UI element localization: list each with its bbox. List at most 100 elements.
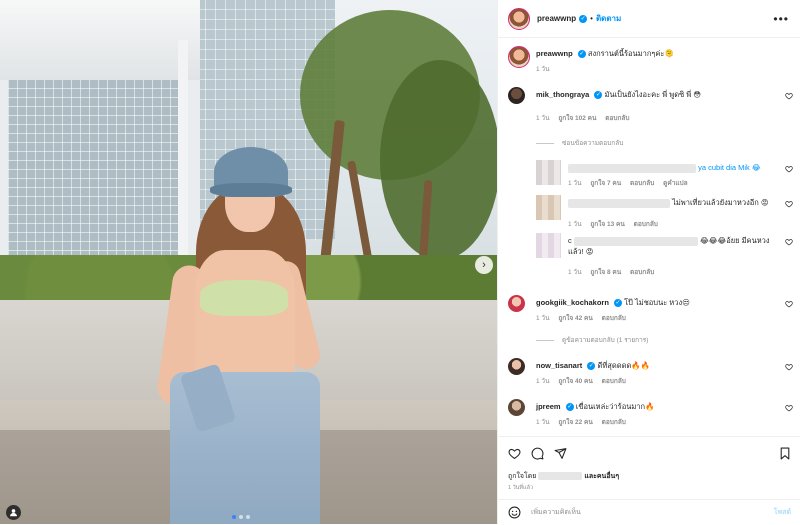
commenter-avatar[interactable] [508,295,525,312]
author-username[interactable]: preawwnp [537,14,576,23]
carousel-dot [232,515,236,519]
comment-meta: 1 วัน ถูกใจ 40 คน ตอบกลับ [536,376,633,386]
post-comment-button[interactable]: โพสต์ [774,507,791,518]
blurred-avatar [536,233,561,258]
user-tag-icon[interactable] [6,505,21,520]
comment-username[interactable]: now_tisanart [536,361,582,370]
reply-item: ya cubit dia Mik 😂 1 วัน ถูกใจ 7 คน ตอบก… [536,160,796,192]
commenter-avatar[interactable] [508,358,525,375]
comment-username[interactable]: mik_thongraya [536,90,589,99]
carousel-dot [246,515,250,519]
reply-button[interactable]: ตอบกลับ [630,180,654,187]
post-side-panel: preawwnp ✓ • ติดตาม ••• preawwnp ✓ สงกรา… [497,0,800,524]
comment-username[interactable]: gookgiik_kochakorn [536,298,609,307]
post-photo[interactable]: › [0,0,497,524]
reply-likes[interactable]: ถูกใจ 8 คน [590,269,621,276]
blurred-username [573,236,698,246]
comment-body: โป๊ ไม่ชอบนะ หวง😒 [624,298,690,307]
heart-icon[interactable] [508,447,521,460]
verified-badge-icon: ✓ [614,299,623,308]
comment-time: 1 วัน [536,419,550,426]
view-replies-button[interactable]: ดูข้อความตอบกลับ (1 รายการ) [536,335,648,345]
heart-icon[interactable] [785,200,793,208]
comment-username[interactable]: jpreem [536,402,561,411]
reply-meta: 1 วัน ถูกใจ 13 คน ตอบกลับ [568,219,665,229]
view-replies-label: ดูข้อความตอบกลับ (1 รายการ) [562,337,649,344]
heart-icon[interactable] [785,404,793,412]
verified-badge-icon: ✓ [565,403,574,412]
reply-button[interactable]: ตอบกลับ [630,269,654,276]
caption-meta: 1 วัน [536,64,557,74]
comments-list[interactable]: preawwnp ✓ สงกรานต์นี้ร้อนมากๆค่ะ🫠 1 วัน… [498,38,800,436]
comment-item: now_tisanart ✓ ดีที่สุดดดด🔥🔥 1 วัน ถูกใจ… [508,358,798,392]
reply-button[interactable]: ตอบกลับ [602,315,626,322]
comment-composer: เพิ่มความคิดเห็น โพสต์ [498,499,800,525]
more-options-icon[interactable]: ••• [773,12,789,26]
caption-username[interactable]: preawwnp [536,49,573,58]
comment-text: jpreem ✓ เขื่อนเหล่ะว่าร้อนมาก🔥 [536,401,784,412]
reply-item: ไม่พาเที่ยวแล้วยังมาหวงอีก 😡 1 วัน ถูกใจ… [536,195,796,229]
reply-button[interactable]: ตอบกลับ [605,115,629,122]
liked-by-suffix[interactable]: และคนอื่นๆ [584,473,619,480]
reply-likes[interactable]: ถูกใจ 13 คน [590,221,625,228]
heart-icon[interactable] [785,92,793,100]
translate-button[interactable]: ดูคำแปล [663,180,688,187]
blurred-avatar [536,195,561,220]
hide-replies-button[interactable]: ซ่อนข้อความตอบกลับ [536,138,623,148]
comment-likes[interactable]: ถูกใจ 40 คน [558,378,593,385]
reply-prefix: c [568,236,572,245]
comment-text: now_tisanart ✓ ดีที่สุดดดด🔥🔥 [536,360,784,371]
photo-tree [380,60,497,260]
caption-text: preawwnp ✓ สงกรานต์นี้ร้อนมากๆค่ะ🫠 [536,48,784,59]
header-separator: • [590,14,593,23]
reply-button[interactable]: ตอบกลับ [602,419,626,426]
reply-item: c 😂😂😂อ้ยย มีคนหวงแล้ว! 😡 1 วัน ถูกใจ 8 ค… [536,233,796,279]
heart-icon[interactable] [785,165,793,173]
liked-by[interactable]: ถูกใจโดย และคนอื่นๆ [508,471,619,482]
author-avatar[interactable] [508,7,530,30]
carousel-dot [239,515,243,519]
reply-body: ya cubit dia Mik 😂 [698,163,761,172]
blurred-avatar [536,160,561,185]
comment-likes[interactable]: ถูกใจ 22 คน [558,419,593,426]
comment-meta: 1 วัน ถูกใจ 22 คน ตอบกลับ [536,417,633,427]
replies-divider [536,142,554,144]
comment-item: mik_thongraya ✓ มันเป็นยังไงอะคะ พี่ พูด… [508,87,798,127]
author-avatar[interactable] [508,46,530,68]
bookmark-icon[interactable] [779,447,791,462]
comment-likes[interactable]: ถูกใจ 102 คน [558,115,596,122]
reply-meta: 1 วัน ถูกใจ 7 คน ตอบกลับ ดูคำแปล [568,178,695,188]
chevron-right-icon[interactable]: › [475,256,493,274]
post-caption: preawwnp ✓ สงกรานต์นี้ร้อนมากๆค่ะ🫠 1 วัน [508,46,798,80]
comment-icon[interactable] [531,447,544,460]
blurred-username [568,163,696,173]
commenter-avatar[interactable] [508,399,525,416]
comment-text: gookgiik_kochakorn ✓ โป๊ ไม่ชอบนะ หวง😒 [536,297,784,308]
reply-button[interactable]: ตอบกลับ [602,378,626,385]
reply-likes[interactable]: ถูกใจ 7 คน [590,180,621,187]
share-icon[interactable] [554,447,567,460]
verified-badge-icon: ✓ [577,50,586,59]
action-icons [508,447,567,460]
heart-icon[interactable] [785,363,793,371]
liked-by-prefix: ถูกใจโดย [508,473,537,480]
comment-likes[interactable]: ถูกใจ 42 คน [558,315,593,322]
photo-person-top [200,280,288,316]
verified-badge-icon: ✓ [594,91,603,100]
emoji-icon[interactable] [508,506,521,519]
follow-button[interactable]: ติดตาม [596,12,621,25]
comment-body: มันเป็นยังไงอะคะ พี่ พูดซิ พี่ 😳 [604,90,702,99]
comment-input[interactable]: เพิ่มความคิดเห็น [531,507,581,518]
post-actions: ถูกใจโดย และคนอื่นๆ 1 วันที่แล้ว เพิ่มคว… [498,436,800,524]
comment-text: mik_thongraya ✓ มันเป็นยังไงอะคะ พี่ พูด… [536,89,784,100]
heart-icon[interactable] [785,300,793,308]
reply-button[interactable]: ตอบกลับ [634,221,658,228]
comment-time: 1 วัน [536,315,550,322]
verified-badge-icon: ✓ [587,362,596,371]
comment-body: ดีที่สุดดดด🔥🔥 [597,361,651,370]
heart-icon[interactable] [785,238,793,246]
reply-time: 1 วัน [568,180,582,187]
commenter-avatar[interactable] [508,87,525,104]
blurred-username [538,472,583,481]
reply-time: 1 วัน [568,221,582,228]
